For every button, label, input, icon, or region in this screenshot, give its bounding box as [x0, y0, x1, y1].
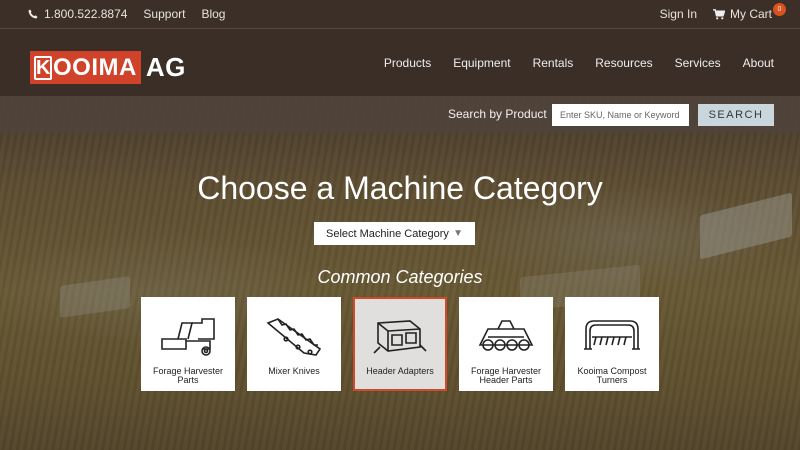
search-button[interactable]: SEARCH [698, 104, 774, 126]
category-card-mixer-knives[interactable]: Mixer Knives [247, 297, 341, 391]
search-label: Search by Product [448, 107, 547, 121]
main-header: K OOIMA AG Products Equipment Rentals Res… [0, 28, 800, 96]
category-cards: Forage Harvester Parts Mixer Knives Head… [141, 297, 659, 391]
header-icon [478, 320, 534, 351]
category-card-forage-harvester-header-parts[interactable]: Forage Harvester Header Parts [459, 297, 553, 391]
adapter-icon [373, 320, 427, 354]
select-value: Select Machine Category [326, 227, 449, 240]
search-input[interactable] [552, 104, 689, 126]
product-search-bar: Search by Product SEARCH [0, 96, 800, 133]
phone-number: 1.800.522.8874 [44, 7, 128, 21]
phone-link[interactable]: 1.800.522.8874 [28, 7, 127, 21]
hero-section: Search by Product SEARCH Choose a Machin… [0, 96, 800, 450]
cart-label: My Cart [730, 7, 772, 21]
category-label: Forage Harvester Header Parts [470, 366, 542, 385]
nav-resources[interactable]: Resources [595, 56, 652, 70]
knife-icon [266, 318, 322, 356]
harvester-icon [161, 318, 215, 356]
page-title: Choose a Machine Category [197, 170, 603, 206]
phone-icon [28, 9, 38, 19]
category-card-kooima-compost-turners[interactable]: Kooima Compost Turners [565, 297, 659, 391]
nav-rentals[interactable]: Rentals [533, 56, 574, 70]
category-label: Kooima Compost Turners [577, 366, 647, 385]
cart-icon [713, 8, 725, 19]
category-label: Forage Harvester Parts [152, 366, 224, 385]
logo-suffix: AG [145, 52, 186, 82]
machine-category-select[interactable]: Select Machine Category ▼ [314, 222, 475, 245]
blog-link[interactable]: Blog [201, 7, 225, 21]
nav-products[interactable]: Products [384, 56, 431, 70]
utility-bar: 1.800.522.8874 Support Blog Sign In My C… [0, 0, 800, 28]
nav-about[interactable]: About [743, 56, 774, 70]
sign-in-link[interactable]: Sign In [660, 7, 697, 21]
nav-equipment[interactable]: Equipment [453, 56, 510, 70]
cart-count-badge: 0 [773, 3, 786, 16]
logo-text: OOIMA [53, 54, 137, 81]
category-label: Header Adapters [366, 366, 434, 376]
category-card-header-adapters[interactable]: Header Adapters [353, 297, 447, 391]
turner-icon [584, 320, 640, 350]
dropdown-arrow-icon: ▼ [453, 228, 463, 239]
common-categories-heading: Common Categories [317, 267, 483, 287]
kooima-ag-logo[interactable]: K OOIMA AG [30, 51, 186, 84]
cart-link[interactable]: My Cart 0 [713, 3, 786, 21]
main-nav: Products Equipment Rentals Resources Ser… [384, 56, 774, 70]
category-label: Mixer Knives [268, 366, 320, 376]
logo-k: K [34, 55, 52, 80]
nav-services[interactable]: Services [675, 56, 721, 70]
logo-badge: K OOIMA [30, 51, 141, 84]
category-card-forage-harvester-parts[interactable]: Forage Harvester Parts [141, 297, 235, 391]
support-link[interactable]: Support [143, 7, 185, 21]
